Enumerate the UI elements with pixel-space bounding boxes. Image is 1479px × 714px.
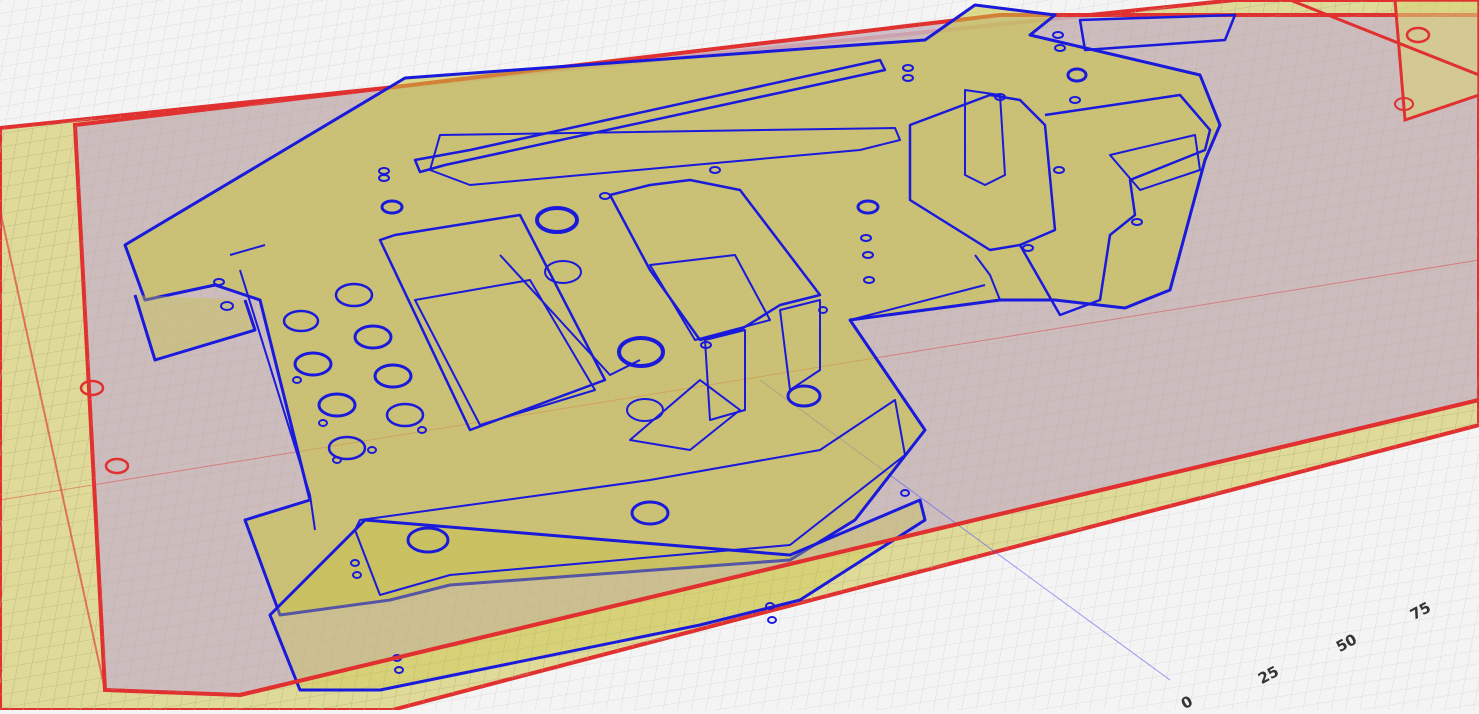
3d-scene[interactable] (0, 0, 1479, 712)
3d-viewport[interactable]: 0 25 50 75 (0, 0, 1479, 713)
